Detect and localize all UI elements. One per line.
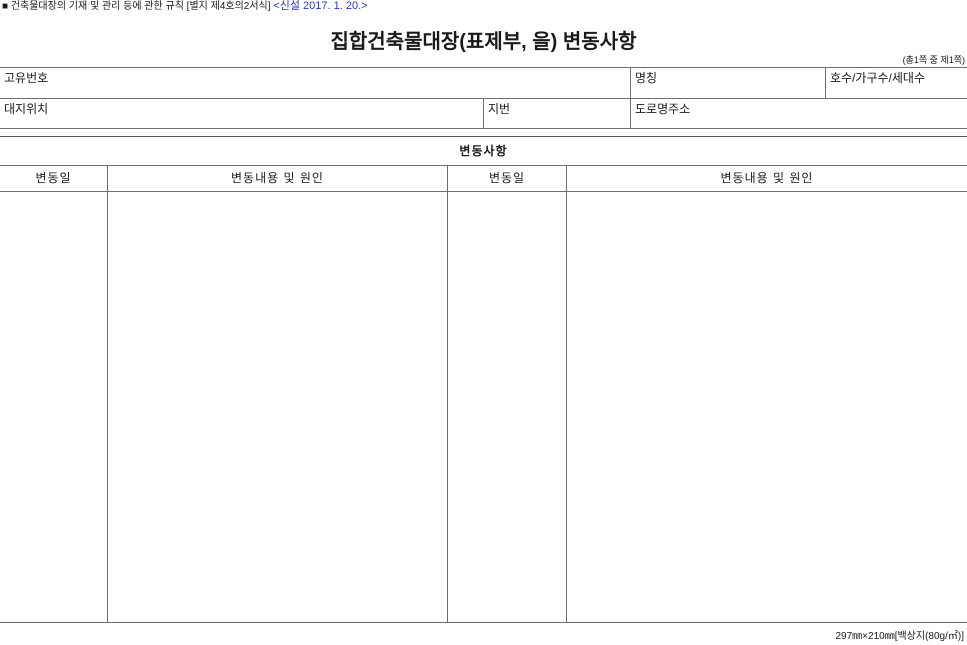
page-info: (총1쪽 중 제1쪽): [902, 55, 965, 65]
changes-table: 변동일 변동내용 및 원인 변동일 변동내용 및 원인: [0, 166, 967, 623]
changes-section-title: 변동사항: [0, 136, 967, 166]
change-details-column: [108, 192, 448, 623]
unique-number-label: 고유번호: [4, 71, 49, 85]
form-reference: ■ 건축물대장의 기재 및 관리 등에 관한 규칙 [별지 제4호의2서식] <…: [2, 0, 368, 13]
building-name-label: 명칭: [635, 71, 658, 85]
change-date-header: 변동일: [0, 166, 108, 192]
change-details-column: [567, 192, 967, 623]
form-page: ■ 건축물대장의 기재 및 관리 등에 관한 규칙 [별지 제4호의2서식] <…: [0, 0, 967, 645]
change-date-header: 변동일: [448, 166, 567, 192]
lot-number-label: 지번: [488, 102, 511, 116]
site-location-cell: 대지위치: [0, 98, 484, 129]
road-address-label: 도로명주소: [635, 102, 691, 116]
paper-spec-footer: 297㎜×210㎜[백상지(80g/㎡)]: [835, 631, 965, 642]
building-name-cell: 명칭: [631, 67, 826, 98]
form-title: 집합건축물대장(표제부, 을) 변동사항: [330, 31, 637, 53]
change-date-column: [448, 192, 567, 623]
change-details-header: 변동내용 및 원인: [108, 166, 448, 192]
unique-number-cell: 고유번호: [0, 67, 631, 98]
road-address-cell: 도로명주소: [631, 98, 967, 129]
site-location-label: 대지위치: [4, 102, 49, 116]
unit-count-cell: 호수/가구수/세대수: [826, 67, 967, 98]
lot-number-cell: 지번: [484, 98, 631, 129]
unit-count-label: 호수/가구수/세대수: [830, 71, 925, 85]
amendment-note: <신설 2017. 1. 20.>: [273, 0, 368, 12]
change-details-header: 변동내용 및 원인: [567, 166, 967, 192]
change-date-column: [0, 192, 108, 623]
form-reference-text: ■ 건축물대장의 기재 및 관리 등에 관한 규칙 [별지 제4호의2서식]: [2, 1, 271, 12]
